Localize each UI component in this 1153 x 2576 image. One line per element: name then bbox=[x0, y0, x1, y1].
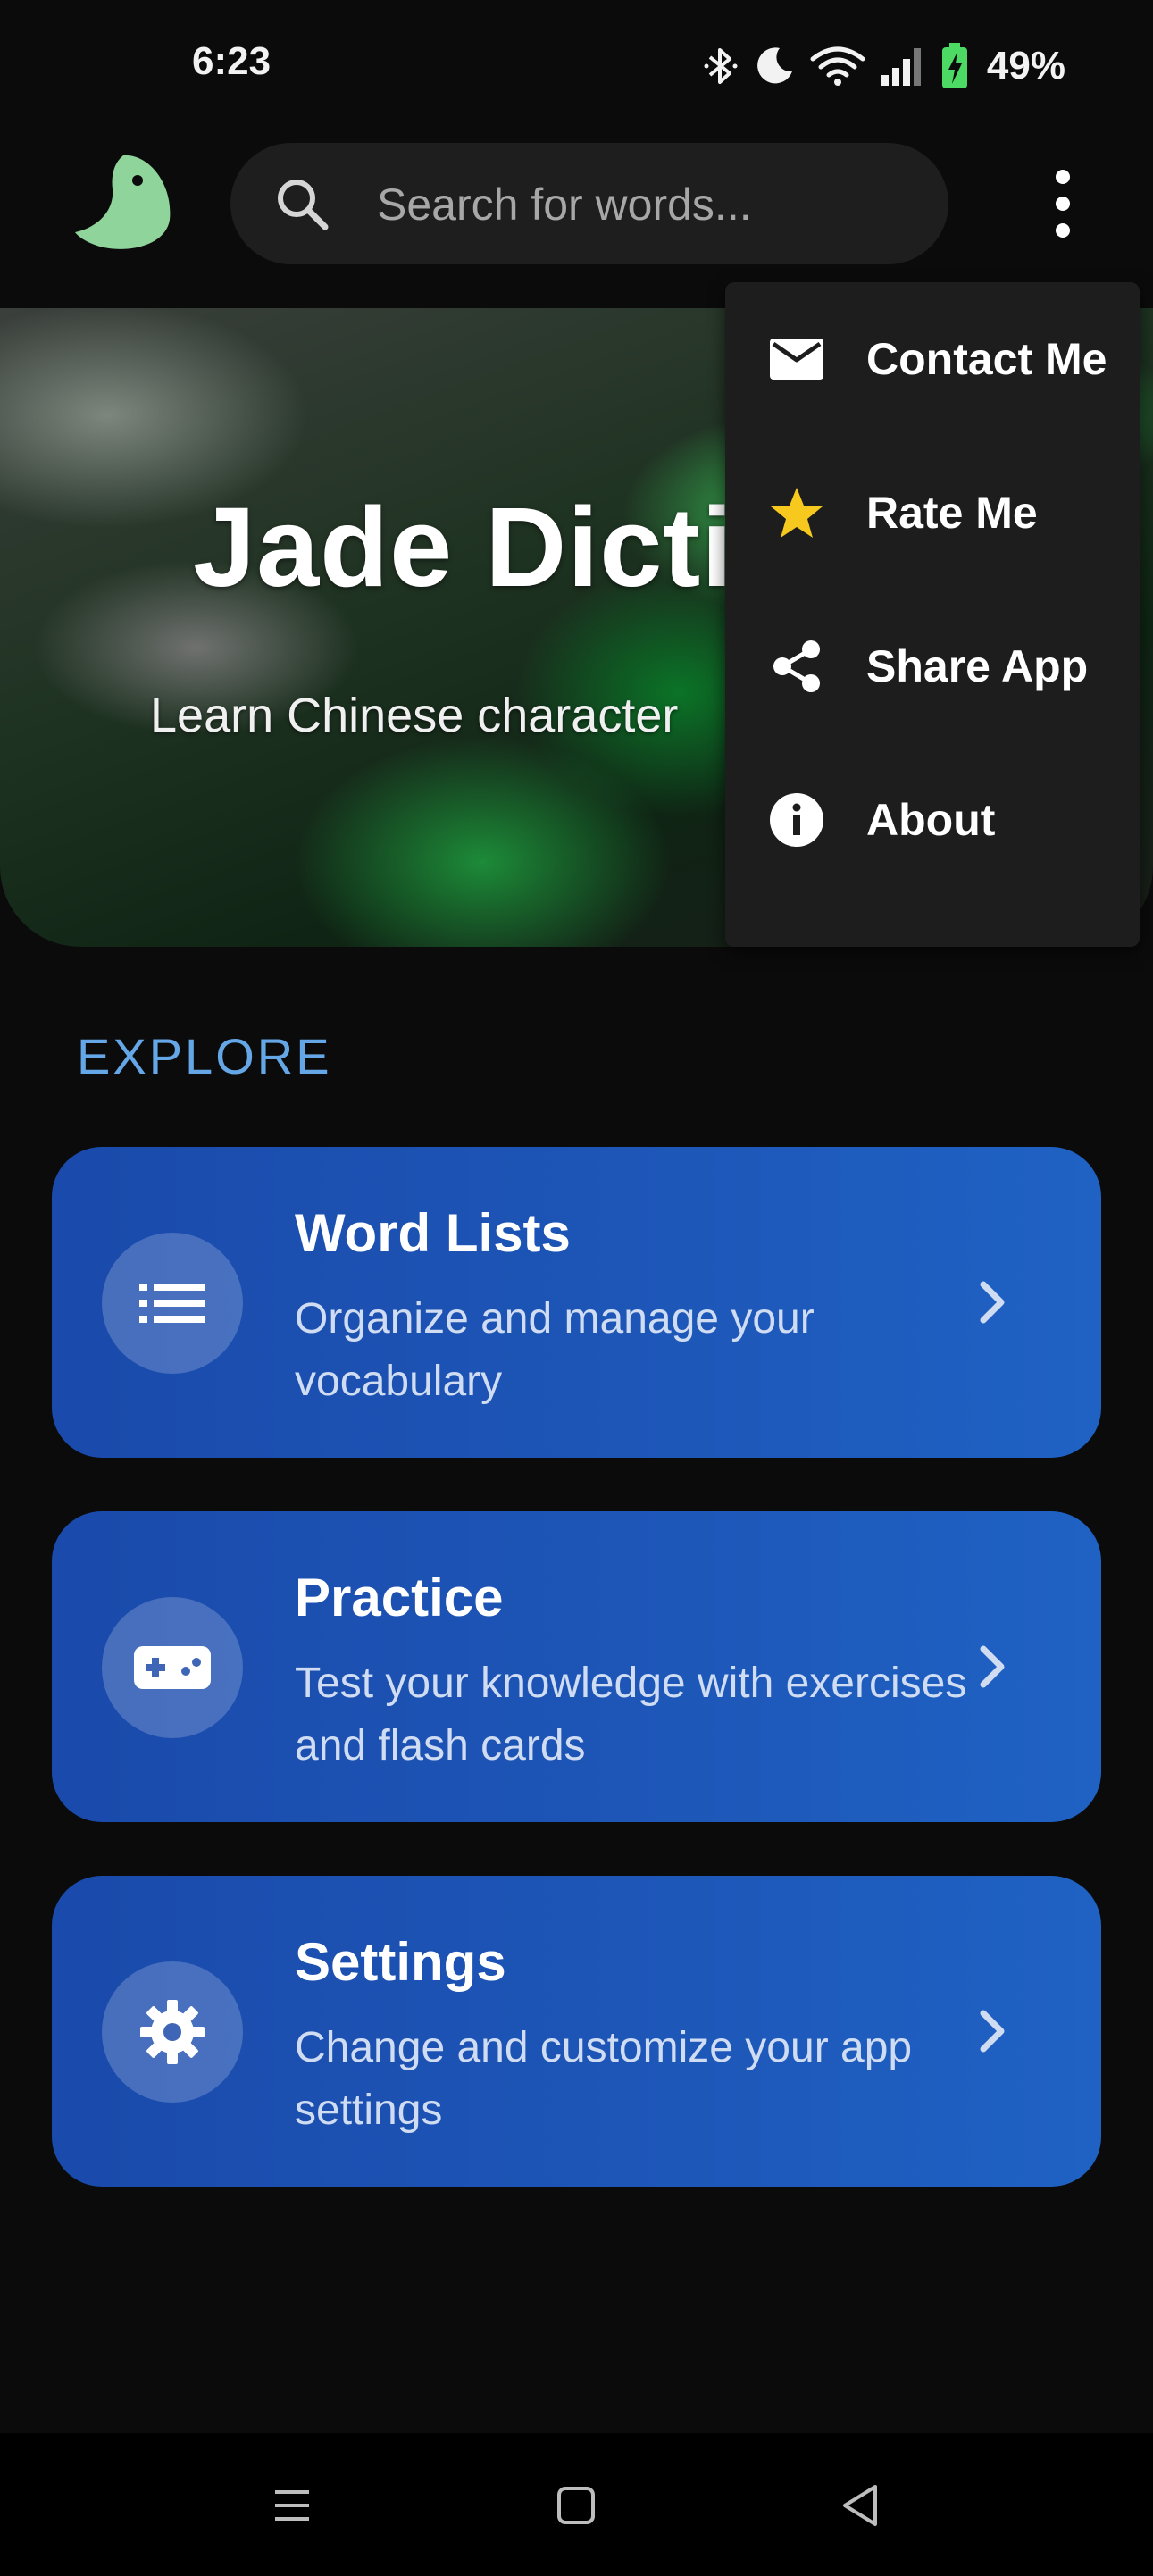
card-description: Organize and manage your vocabulary bbox=[295, 1295, 815, 1405]
status-icons: 49% bbox=[703, 41, 1065, 91]
info-icon bbox=[768, 791, 825, 849]
wifi-icon bbox=[810, 46, 865, 86]
chevron-right-icon bbox=[980, 2010, 1005, 2053]
status-time: 6:23 bbox=[192, 39, 272, 83]
jade-bird-logo-icon bbox=[75, 155, 171, 249]
chevron-right-icon bbox=[980, 1281, 1005, 1324]
chevron-right-icon bbox=[980, 1645, 1005, 1688]
menu-item-contact-me[interactable]: Contact Me bbox=[725, 282, 1140, 436]
card-word-lists[interactable]: Word Lists Organize and manage your voca… bbox=[52, 1147, 1101, 1458]
share-icon bbox=[768, 638, 825, 695]
card-practice[interactable]: Practice Test your knowledge with exerci… bbox=[52, 1511, 1101, 1822]
battery-charging-icon bbox=[941, 43, 967, 88]
menu-item-label: Contact Me bbox=[866, 334, 1107, 384]
menu-icon[interactable] bbox=[261, 2474, 323, 2537]
menu-item-about[interactable]: About bbox=[725, 743, 1140, 897]
gamepad-icon bbox=[102, 1597, 243, 1738]
more-vert-icon[interactable] bbox=[1036, 170, 1090, 238]
menu-item-share-app[interactable]: Share App bbox=[725, 590, 1140, 743]
menu-item-label: Share App bbox=[866, 641, 1089, 691]
gear-icon bbox=[102, 1961, 243, 2103]
card-title: Settings bbox=[295, 1932, 506, 1992]
search-icon[interactable] bbox=[273, 175, 330, 232]
card-title: Practice bbox=[295, 1568, 504, 1627]
hero-subtitle: Learn Chinese character bbox=[150, 689, 679, 742]
menu-item-label: About bbox=[866, 795, 996, 845]
card-description: Test your knowledge with exercises and f… bbox=[295, 1660, 967, 1769]
overflow-menu: Contact Me Rate Me Share App About bbox=[725, 282, 1140, 947]
menu-item-label: Rate Me bbox=[866, 488, 1038, 538]
search-input[interactable] bbox=[375, 159, 915, 250]
menu-item-rate-me[interactable]: Rate Me bbox=[725, 436, 1140, 590]
card-description: Change and customize your app settings bbox=[295, 2024, 913, 2134]
battery-percent: 49% bbox=[986, 44, 1065, 88]
email-icon bbox=[768, 330, 825, 388]
signal-icon bbox=[881, 48, 921, 86]
list-icon bbox=[102, 1233, 243, 1374]
card-title: Word Lists bbox=[295, 1203, 571, 1263]
hero-title: Jade Dictio bbox=[193, 484, 804, 610]
card-settings[interactable]: Settings Change and customize your app s… bbox=[52, 1876, 1101, 2187]
do-not-disturb-moon-icon bbox=[757, 47, 792, 84]
star-icon bbox=[768, 484, 825, 541]
back-triangle-icon[interactable] bbox=[829, 2474, 891, 2537]
home-square-icon[interactable] bbox=[545, 2474, 607, 2537]
bluetooth-icon bbox=[704, 48, 738, 84]
section-heading-explore: EXPLORE bbox=[77, 1028, 332, 1084]
